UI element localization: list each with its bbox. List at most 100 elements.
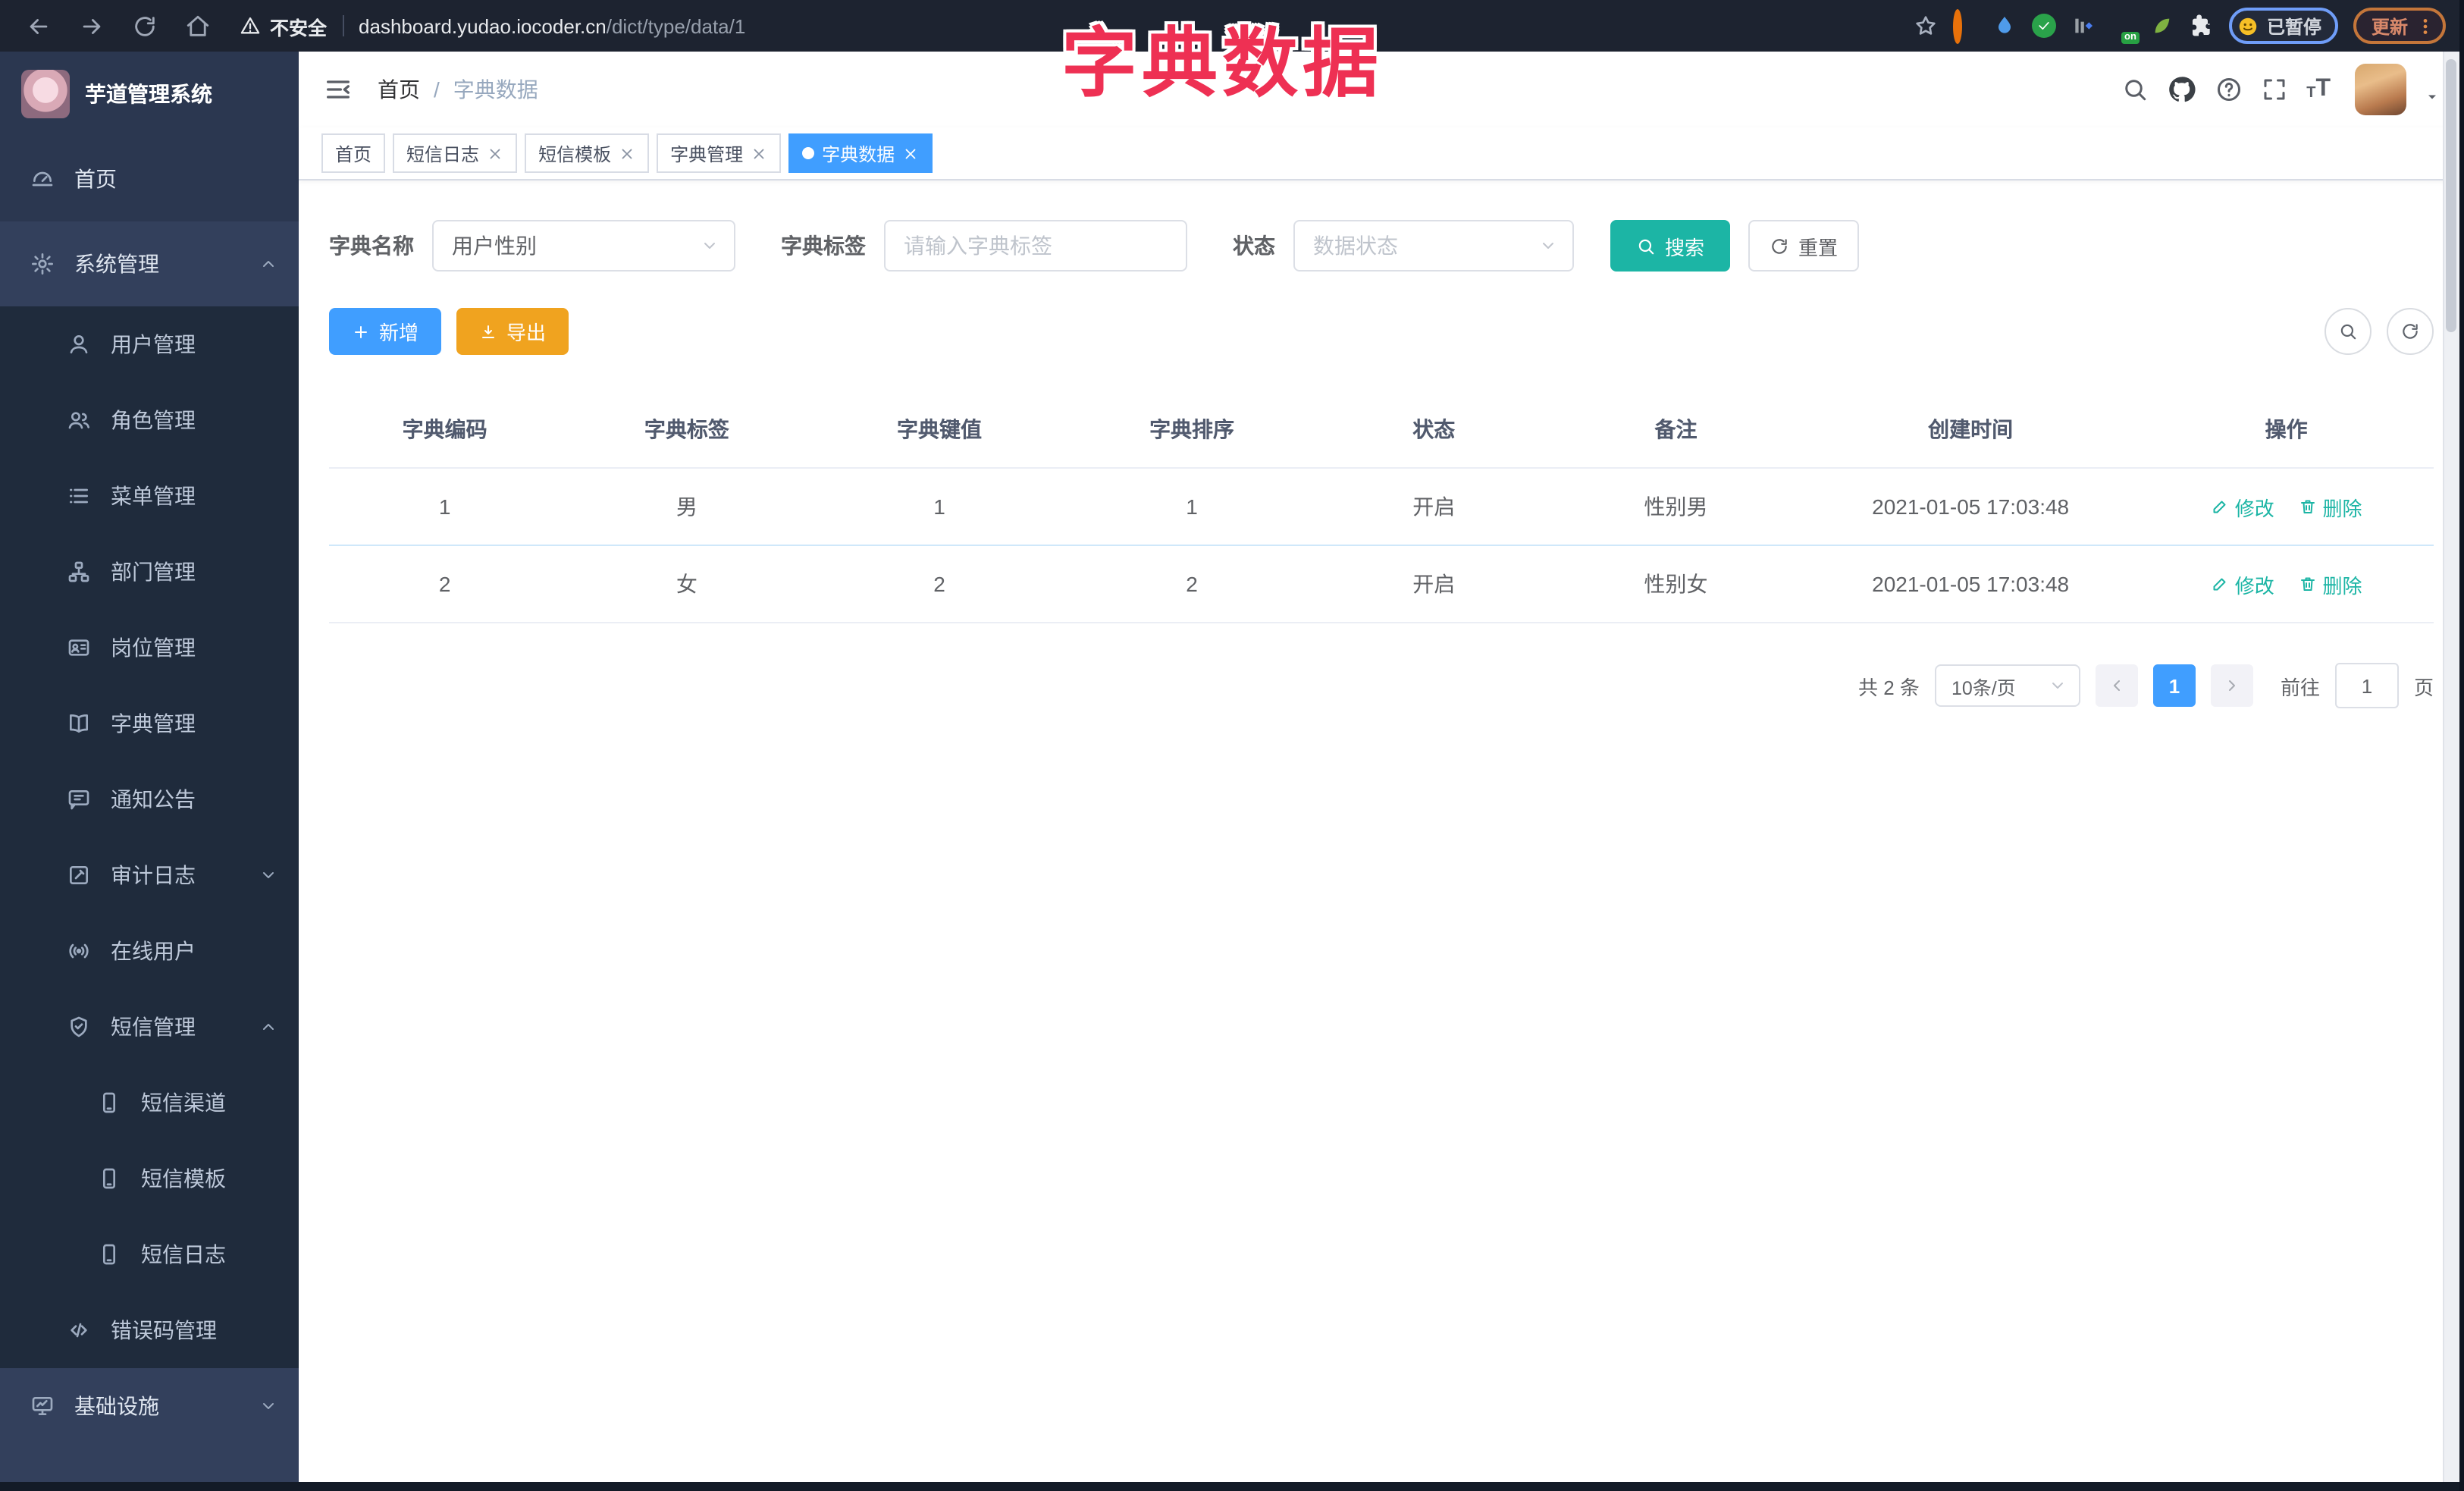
fullscreen-icon[interactable]	[2261, 76, 2288, 103]
sidebar-item-system[interactable]: 系统管理	[0, 221, 299, 306]
status-select[interactable]	[1293, 220, 1574, 272]
chevron-down-icon	[1543, 243, 1553, 249]
sidebar-logo[interactable]: 芋道管理系统	[0, 52, 299, 137]
sidebar-item-roles[interactable]: 角色管理	[0, 382, 299, 458]
sidebar-item-posts[interactable]: 岗位管理	[0, 610, 299, 686]
chevron-down-icon	[2052, 683, 2063, 689]
bookmark-star-icon[interactable]	[1914, 14, 1938, 38]
close-icon[interactable]	[619, 145, 635, 162]
sidebar-item-sms[interactable]: 短信管理	[0, 989, 299, 1065]
sidebar-item-users[interactable]: 用户管理	[0, 306, 299, 382]
close-icon[interactable]	[902, 145, 919, 162]
log-edit-icon	[70, 866, 88, 884]
sidebar-item-sms-channel[interactable]: 短信渠道	[0, 1065, 299, 1141]
chevron-up-icon	[263, 1024, 274, 1030]
pagination: 共 2 条 1 前往 页	[329, 663, 2434, 739]
page-size-value[interactable]	[1948, 673, 2039, 698]
extension-switch-icon[interactable]: on	[2111, 14, 2140, 44]
home-icon[interactable]	[185, 13, 211, 39]
profile-paused-chip[interactable]: 已暂停	[2228, 8, 2338, 44]
font-size-icon[interactable]: TT	[2306, 77, 2331, 102]
dict-tag-input[interactable]	[901, 232, 1171, 259]
security-label: 不安全	[270, 17, 328, 39]
sidebar-item-audit-log[interactable]: 审计日志	[0, 837, 299, 913]
sidebar-item-notice[interactable]: 通知公告	[0, 761, 299, 837]
col-header-value: 字典键值	[813, 391, 1066, 469]
breadcrumb-home[interactable]: 首页	[378, 74, 420, 105]
refresh-table-button[interactable]	[2387, 308, 2434, 355]
caret-down-icon[interactable]	[2425, 89, 2440, 105]
sidebar-item-label: 用户管理	[111, 332, 196, 356]
screen: 不安全 dashboard.yudao.iocoder.cn/dict/type…	[0, 0, 2464, 1491]
cell-ops: 修改 删除	[2139, 468, 2434, 546]
edit-link[interactable]: 修改	[2211, 492, 2274, 521]
sidebar-item-menus[interactable]: 菜单管理	[0, 458, 299, 534]
close-icon[interactable]	[487, 145, 503, 162]
sidebar-item-depts[interactable]: 部门管理	[0, 534, 299, 610]
search-button[interactable]: 搜索	[1610, 220, 1731, 272]
security-chip[interactable]: 不安全	[240, 11, 327, 40]
tab-dict-data[interactable]: 字典数据	[788, 133, 933, 173]
extension-drop-icon[interactable]	[1992, 14, 2017, 38]
tab-dict-manage[interactable]: 字典管理	[657, 133, 782, 173]
sidebar-item-home[interactable]: 首页	[0, 137, 299, 221]
extension-check-icon[interactable]	[2031, 14, 2056, 38]
tab-label: 短信日志	[406, 143, 480, 165]
edit-link[interactable]: 修改	[2211, 570, 2274, 598]
sidebar-item-infrastructure[interactable]: 基础设施	[0, 1368, 299, 1444]
page-size-select[interactable]	[1934, 664, 2080, 707]
add-button[interactable]: 新增	[329, 308, 442, 355]
hamburger-icon[interactable]	[323, 74, 353, 105]
window-bottom-edge	[0, 1482, 2464, 1491]
tab-sms-template[interactable]: 短信模板	[525, 133, 650, 173]
dict-name-value[interactable]	[449, 232, 691, 259]
scrollbar-thumb[interactable]	[2446, 59, 2456, 332]
search-icon[interactable]	[2121, 76, 2149, 103]
goto-page-box[interactable]	[2334, 663, 2399, 708]
sidebar: 芋道管理系统 首页 系统管理 用户管理 角色管理 菜单管理 部门管理 岗位管理 …	[0, 52, 299, 1491]
browser-menu-update[interactable]: 更新	[2353, 8, 2446, 44]
toggle-search-button[interactable]	[2324, 308, 2372, 355]
goto-page-input[interactable]	[2336, 673, 2397, 698]
tab-home[interactable]: 首页	[321, 133, 386, 173]
sidebar-item-label: 系统管理	[74, 252, 159, 276]
extension-adblock-icon[interactable]	[1952, 9, 1977, 44]
forward-icon[interactable]	[79, 13, 105, 39]
close-icon[interactable]	[751, 145, 767, 162]
sidebar-item-error-codes[interactable]: 错误码管理	[0, 1292, 299, 1368]
sidebar-item-dict[interactable]: 字典管理	[0, 686, 299, 761]
delete-link[interactable]: 删除	[2299, 492, 2362, 521]
goto-label: 前往	[2280, 676, 2320, 698]
sidebar-item-label: 短信渠道	[141, 1091, 226, 1115]
tab-sms-log[interactable]: 短信日志	[393, 133, 518, 173]
page-scrollbar[interactable]	[2443, 52, 2459, 1482]
extension-bars-icon[interactable]	[2071, 14, 2096, 38]
refresh-icon[interactable]	[132, 13, 158, 39]
pencil-icon	[2213, 578, 2226, 591]
sidebar-item-label: 基础设施	[74, 1394, 159, 1418]
help-icon[interactable]	[2215, 76, 2243, 103]
sidebar-item-sms-template[interactable]: 短信模板	[0, 1141, 299, 1216]
delete-link[interactable]: 删除	[2299, 570, 2362, 598]
dict-tag-input-box[interactable]	[884, 220, 1187, 272]
github-icon[interactable]	[2167, 74, 2197, 105]
dict-name-select[interactable]	[432, 220, 735, 272]
address-bar[interactable]: dashboard.yudao.iocoder.cn/dict/type/dat…	[359, 14, 745, 37]
id-card-icon	[68, 639, 89, 656]
extension-leaf-icon[interactable]	[2150, 14, 2174, 38]
prev-page-button[interactable]	[2095, 664, 2138, 707]
cell-status: 开启	[1318, 545, 1550, 623]
next-page-button[interactable]	[2210, 664, 2253, 707]
page-number-1[interactable]: 1	[2152, 664, 2196, 707]
status-value[interactable]	[1310, 232, 1530, 259]
export-button[interactable]: 导出	[456, 308, 569, 355]
sidebar-item-label: 岗位管理	[111, 636, 196, 660]
reset-button[interactable]: 重置	[1748, 220, 1860, 272]
chevron-down-icon	[263, 872, 274, 878]
extensions-puzzle-icon[interactable]	[2190, 14, 2214, 38]
avatar[interactable]	[2355, 64, 2406, 115]
delete-link-label: 删除	[2322, 574, 2362, 597]
sidebar-item-sms-log[interactable]: 短信日志	[0, 1216, 299, 1292]
sidebar-item-online-users[interactable]: 在线用户	[0, 913, 299, 989]
back-icon[interactable]	[26, 13, 52, 39]
